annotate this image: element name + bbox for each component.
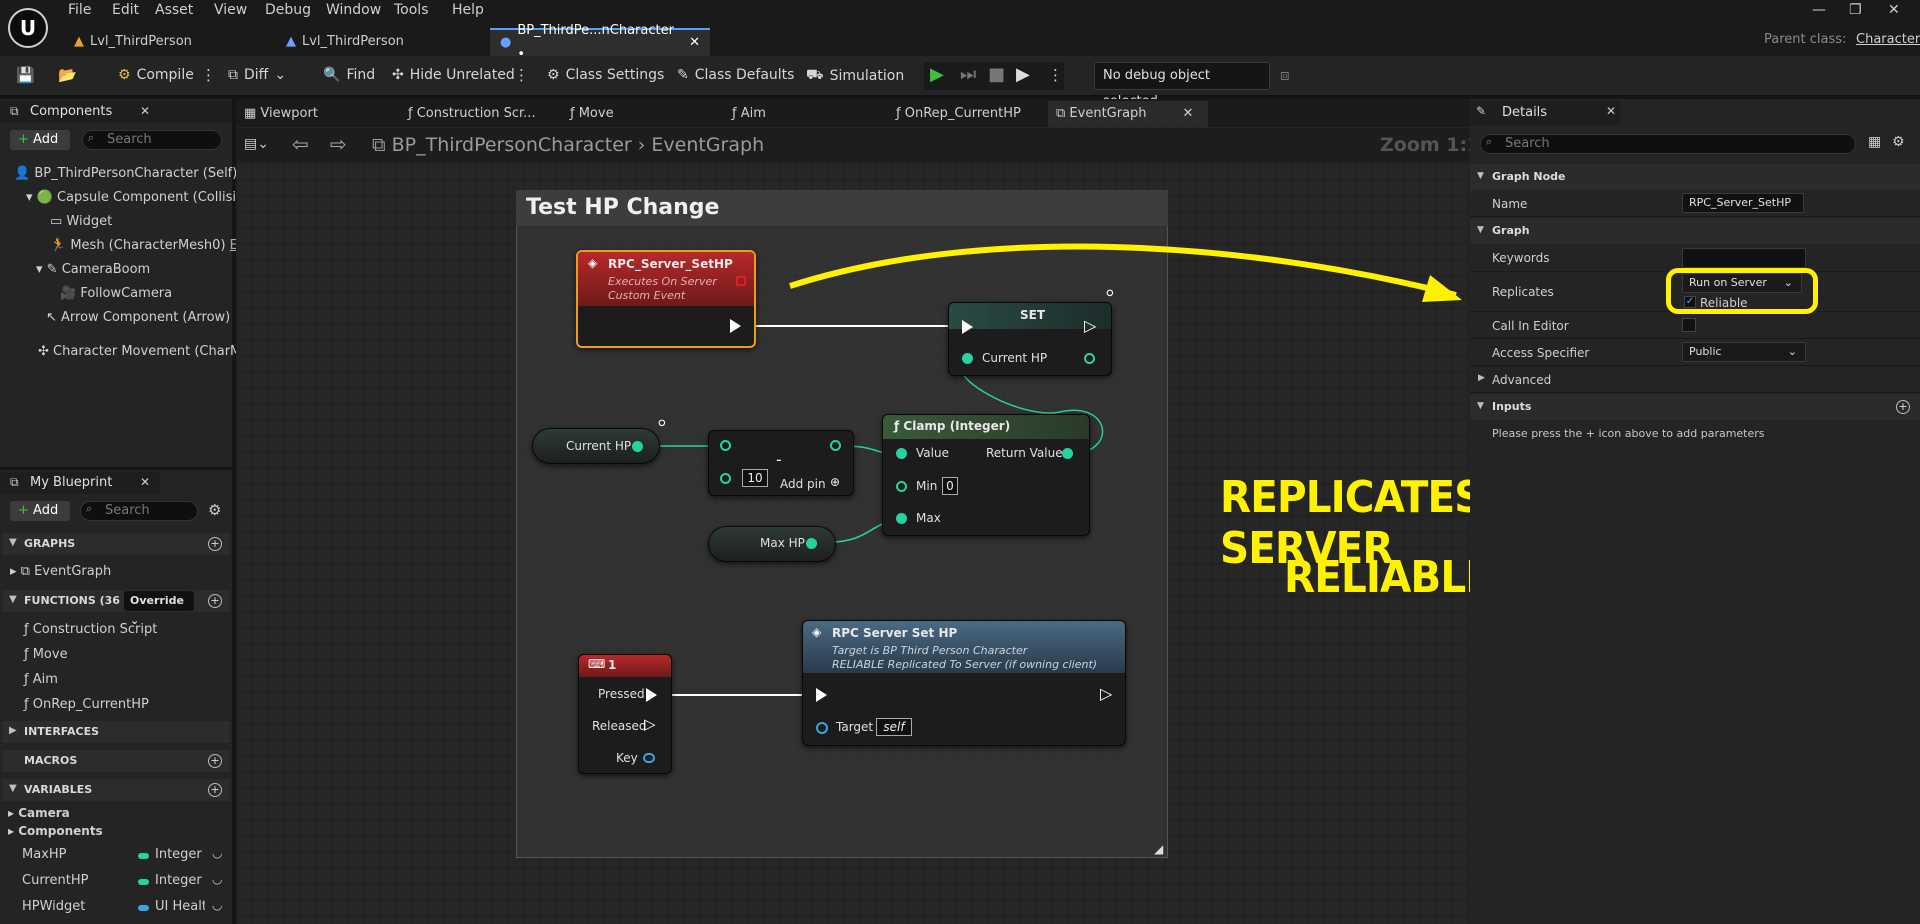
graph-node-section[interactable]: Graph Node: [1470, 164, 1920, 190]
clamp-value-label: Value: [916, 446, 949, 460]
pressed-label: Pressed: [598, 687, 645, 701]
exec-out-pin[interactable]: ▷: [1100, 684, 1112, 703]
section-label: Inputs: [1492, 400, 1532, 413]
max-hp-out-pin[interactable]: [806, 538, 817, 549]
chevron-down-icon: ▼: [1477, 401, 1484, 411]
clamp-max-label: Max: [916, 511, 941, 525]
rpc-call-subtitle: Target is BP Third Person Character: [832, 644, 1028, 657]
set-title: SET: [1020, 308, 1046, 322]
exec-out-pin[interactable]: [730, 319, 741, 333]
call-in-editor-label: Call In Editor: [1492, 319, 1569, 333]
custom-event-subtitle: Executes On Server: [608, 275, 717, 288]
get-max-hp-label: Max HP: [760, 536, 805, 550]
rpc-call-title: RPC Server Set HP: [832, 626, 958, 640]
gear-icon[interactable]: ⚙: [1892, 134, 1905, 150]
highlight-circle: [1666, 268, 1818, 314]
result-out-pin[interactable]: [830, 440, 841, 451]
rpc-call-subtitle-2: RELIABLE Replicated To Server (if owning…: [832, 658, 1098, 671]
keyboard-icon: ⌨: [588, 657, 606, 671]
value-in-pin[interactable]: [896, 448, 907, 459]
released-exec-pin[interactable]: ▷: [644, 715, 656, 733]
details-title: Details: [1502, 105, 1548, 120]
current-hp-in-pin[interactable]: [962, 353, 973, 364]
chevron-down-icon: ⌄: [1787, 345, 1797, 358]
a-in-pin[interactable]: [720, 440, 731, 451]
search-placeholder: Search: [1505, 136, 1550, 151]
section-label: Graph: [1492, 224, 1530, 237]
function-icon: ◈: [812, 625, 822, 639]
inputs-hint: Please press the + icon above to add par…: [1492, 427, 1765, 440]
details-icon: ✎: [1476, 104, 1487, 118]
released-label: Released: [592, 719, 647, 733]
add-pin-label[interactable]: Add pin: [780, 477, 826, 491]
key-struct-pin[interactable]: [643, 753, 655, 763]
set-pin-label: Current HP: [982, 351, 1048, 365]
add-input-icon[interactable]: +: [1896, 400, 1910, 414]
return-value-pin[interactable]: [1062, 448, 1073, 459]
annotation-arrowhead: [1422, 275, 1462, 302]
section-label: Graph Node: [1492, 170, 1566, 183]
details-header: Details: [1470, 101, 1620, 125]
name-field[interactable]: RPC_Server_SetHP: [1682, 193, 1804, 213]
name-label: Name: [1492, 197, 1528, 211]
replication-icon: ⚪: [1104, 286, 1116, 302]
chevron-down-icon: ▼: [1477, 171, 1484, 181]
b-in-pin[interactable]: [720, 473, 731, 484]
replicates-label: Replicates: [1492, 285, 1554, 299]
exec-in-pin[interactable]: [962, 320, 973, 334]
min-in-pin[interactable]: [896, 481, 907, 492]
subtract-symbol: -: [776, 450, 782, 469]
exec-in-pin[interactable]: [816, 688, 827, 702]
clamp-title: ƒ Clamp (Integer): [894, 419, 1011, 433]
access-specifier-dropdown[interactable]: Public ⌄: [1682, 342, 1806, 362]
keywords-label: Keywords: [1492, 251, 1550, 265]
details-search-input[interactable]: Search: [1480, 134, 1856, 154]
min-value-field[interactable]: 0: [942, 477, 958, 495]
table-view-icon[interactable]: ▦: [1868, 134, 1881, 150]
access-specifier-label: Access Specifier: [1492, 346, 1590, 360]
clamp-return-label: Return Value: [986, 446, 1063, 460]
close-icon[interactable]: ✕: [1606, 104, 1616, 118]
inputs-section[interactable]: Inputs: [1470, 394, 1920, 420]
current-hp-out-pin[interactable]: [1084, 353, 1095, 364]
advanced-label: Advanced: [1492, 373, 1552, 387]
call-in-editor-checkbox[interactable]: [1682, 318, 1696, 332]
key-event-title: 1: [608, 658, 617, 672]
chevron-down-icon: ▼: [1477, 225, 1484, 235]
chevron-right-icon: ▶: [1478, 373, 1485, 383]
graph-section[interactable]: Graph: [1470, 218, 1920, 244]
target-value[interactable]: self: [876, 718, 912, 736]
annotation-arrow: [789, 243, 1457, 298]
keywords-field[interactable]: [1682, 248, 1806, 268]
target-pin[interactable]: [816, 722, 828, 734]
pressed-exec-pin[interactable]: [646, 688, 657, 702]
key-label: Key: [616, 751, 638, 765]
clamp-min-label: Min: [916, 479, 938, 493]
add-pin-icon[interactable]: ⊕: [830, 475, 840, 489]
event-icon: ◈: [588, 256, 598, 270]
target-label: Target: [836, 720, 874, 734]
access-value: Public: [1689, 345, 1722, 358]
subtract-value-field[interactable]: 10: [742, 469, 768, 487]
max-in-pin[interactable]: [896, 513, 907, 524]
custom-event-subtitle-2: Custom Event: [608, 289, 686, 302]
replicated-icon: [736, 276, 746, 286]
custom-event-title: RPC_Server_SetHP: [608, 257, 733, 271]
current-hp-out-pin[interactable]: [632, 441, 643, 452]
get-current-hp-label: Current HP: [566, 439, 632, 453]
search-icon: ⌕: [1486, 135, 1493, 148]
exec-out-pin[interactable]: ▷: [1084, 316, 1096, 335]
replication-icon: ⚪: [656, 416, 668, 432]
